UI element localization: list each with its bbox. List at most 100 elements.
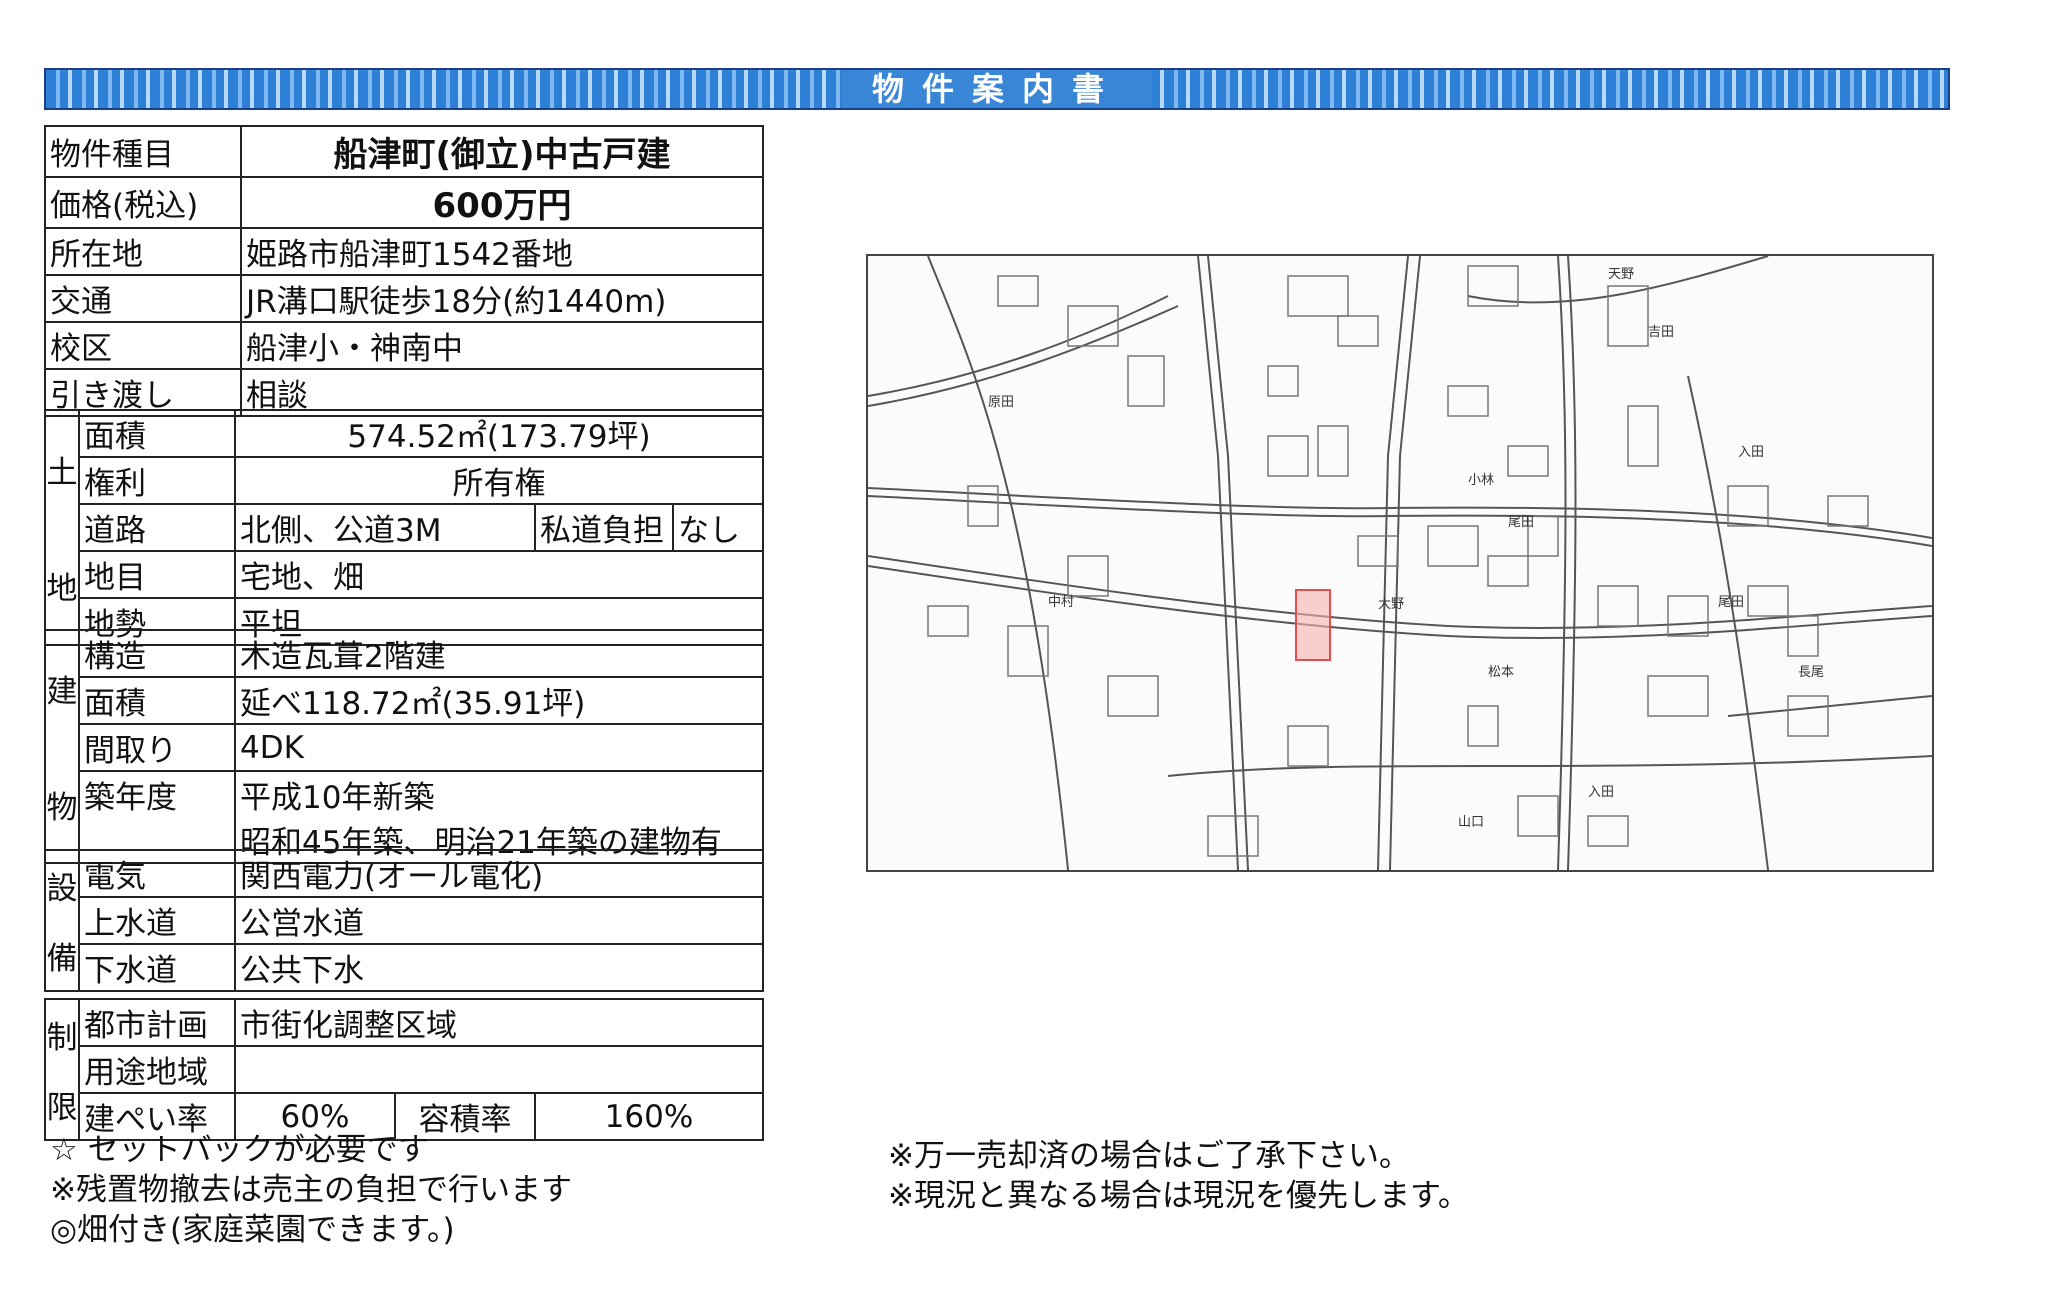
map-building (1827, 495, 1869, 527)
map-label: 入田 (1738, 445, 1764, 460)
map-building (1727, 485, 1769, 527)
map-building (1787, 695, 1829, 737)
land-table: 土地 面積 574.52㎡(173.79坪) 権利 所有権 道路 北側、公道3M… (44, 409, 764, 646)
sewer-value: 公共下水 (234, 943, 764, 992)
address-value: 姫路市船津町1542番地 (240, 227, 764, 276)
land-category-value: 宅地、畑 (234, 550, 764, 599)
private-road-value: なし (672, 503, 764, 552)
map-label: 松本 (1488, 665, 1514, 680)
facilities-table: 設備 電気 関西電力(オール電化) 上水道 公営水道 下水道 公共下水 (44, 849, 764, 992)
land-area-label: 面積 (78, 409, 236, 458)
note-field: ◎畑付き(家庭菜園できます。) (50, 1212, 455, 1248)
table-row: 権利 所有権 (45, 456, 764, 505)
row-label: 価格(税込) (44, 176, 242, 229)
map-label: 小林 (1468, 473, 1494, 488)
map-building (1487, 555, 1529, 587)
map-building (1747, 585, 1789, 617)
map-building (1507, 445, 1549, 477)
layout-label: 間取り (78, 723, 236, 772)
table-row: 地目 宅地、畑 (45, 550, 764, 599)
map-road (868, 555, 1932, 629)
map-label: 天野 (1608, 267, 1634, 282)
map-label: 尾田 (1718, 595, 1744, 610)
map-building (1267, 435, 1309, 477)
map-building (1357, 535, 1399, 567)
basic-info-table: 物件種目 船津町(御立)中古戸建 価格(税込) 600万円 所在地 姫路市船津町… (44, 125, 764, 417)
map-label: 尾田 (1508, 515, 1534, 530)
table-row: 設備 電気 関西電力(オール電化) (44, 849, 764, 992)
sewer-label: 下水道 (78, 943, 236, 992)
title-banner: 物件案内書 (44, 68, 1950, 110)
land-group-label: 土地 (44, 409, 80, 646)
building-group-label: 建物 (44, 629, 80, 864)
map-building (1467, 705, 1499, 747)
city-plan-label: 都市計画 (78, 998, 236, 1047)
building-table: 建物 構造 木造瓦葺2階建 面積 延べ118.72㎡(35.91坪) 間取り 4… (44, 629, 764, 864)
map-building (1337, 315, 1379, 347)
map-building (927, 605, 969, 637)
map-building (1587, 815, 1629, 847)
map-label: 原田 (988, 395, 1014, 410)
row-label: 物件種目 (44, 125, 242, 178)
map-building (967, 485, 999, 527)
map-label: 山口 (1458, 815, 1484, 830)
map-label: 入田 (1588, 785, 1614, 800)
map-road (1557, 256, 1567, 870)
notes-right: ※万一売却済の場合はご了承下さい。 ※現況と異なる場合は現況を優先します。 (888, 1136, 1469, 1216)
table-row: 校区 船津小・神南中 (44, 321, 764, 370)
water-label: 上水道 (78, 896, 236, 945)
facilities-group-label: 設備 (44, 849, 80, 992)
rights-value: 所有権 (234, 456, 764, 505)
document-title: 物件案内書 (841, 70, 1153, 108)
electric-label: 電気 (78, 849, 236, 898)
access-value: JR溝口駅徒歩18分(約1440m) (240, 274, 764, 323)
zoning-value (234, 1045, 764, 1094)
electric-value: 関西電力(オール電化) (234, 849, 764, 898)
water-value: 公営水道 (234, 896, 764, 945)
map-building (1207, 815, 1259, 857)
map-road (1727, 695, 1932, 717)
map-building (1317, 425, 1349, 477)
map-building (1427, 525, 1479, 567)
built-year-value: 平成10年新築 (234, 770, 764, 817)
map-building (1267, 365, 1299, 397)
map-label: 長尾 (1798, 665, 1824, 680)
restrictions-table: 制限 都市計画 市街化調整区域 用途地域 建ぺい率 60% 容積率 160% (44, 998, 764, 1141)
table-row: 物件種目 船津町(御立)中古戸建 (44, 125, 764, 178)
table-row: 交通 JR溝口駅徒歩18分(約1440m) (44, 274, 764, 323)
map-road (868, 295, 1169, 397)
zoning-label: 用途地域 (78, 1045, 236, 1094)
land-area-value: 574.52㎡(173.79坪) (234, 409, 764, 458)
map-building (1627, 405, 1659, 467)
map-label: 吉田 (1648, 325, 1674, 340)
land-category-label: 地目 (78, 550, 236, 599)
table-row: 用途地域 (45, 1045, 764, 1094)
map-building (1667, 595, 1709, 637)
note-leftover: ※残置物撤去は売主の負担で行います (50, 1172, 572, 1208)
row-label: 交通 (44, 274, 242, 323)
restrictions-group-label: 制限 (44, 998, 80, 1141)
map-road (1167, 755, 1932, 777)
property-highlight (1295, 589, 1331, 661)
table-row: 価格(税込) 600万円 (44, 176, 764, 229)
structure-label: 構造 (78, 629, 236, 678)
note-setback: ☆ セットバックが必要です (50, 1132, 429, 1168)
row-label: 校区 (44, 321, 242, 370)
road-label: 道路 (78, 503, 236, 552)
map-building (997, 275, 1039, 307)
layout-value: 4DK (234, 723, 764, 772)
table-row: 上水道 公営水道 (45, 896, 764, 945)
table-row: 制限 都市計画 市街化調整区域 (44, 998, 764, 1141)
structure-value: 木造瓦葺2階建 (234, 629, 764, 678)
map-building (1287, 275, 1349, 317)
private-road-label: 私道負担 (534, 503, 674, 552)
map-road (868, 495, 1932, 547)
map-building (1107, 675, 1159, 717)
note-current-condition: ※現況と異なる場合は現況を優先します。 (888, 1178, 1469, 1214)
price-value: 600万円 (240, 176, 764, 229)
row-label: 所在地 (44, 227, 242, 276)
map-building (1647, 675, 1709, 717)
school-district-value: 船津小・神南中 (240, 321, 764, 370)
map-building (1597, 585, 1639, 627)
location-map: 天野 吉田 入田 尾田 大野 中村 山口 長尾 松本 原田 尾田 小林 入田 (866, 254, 1934, 872)
